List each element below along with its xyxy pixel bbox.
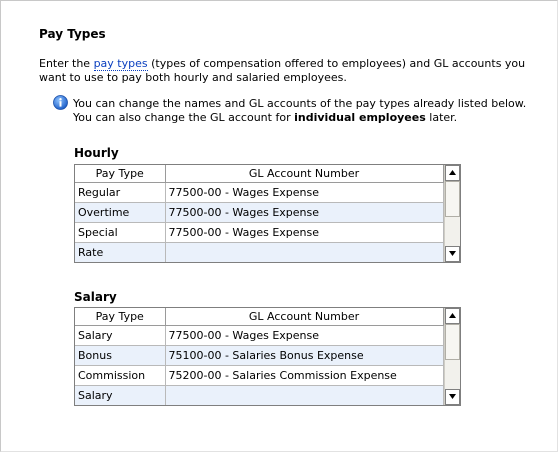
page-panel: Pay Types Enter the pay types (types of … xyxy=(0,0,558,452)
info-text-end: later. xyxy=(425,111,458,124)
hourly-header-row: Pay Type GL Account Number xyxy=(75,165,444,183)
table-row[interactable]: Bonus 75100-00 - Salaries Bonus Expense xyxy=(75,345,444,366)
table-row[interactable]: Overtime 77500-00 - Wages Expense xyxy=(75,202,444,223)
table-row[interactable]: Rate xyxy=(75,242,444,262)
gl-account-cell[interactable]: 77500-00 - Wages Expense xyxy=(165,182,444,203)
gl-account-cell[interactable] xyxy=(165,242,444,262)
hourly-table: Pay Type GL Account Number Regular 77500… xyxy=(75,165,444,262)
gl-account-cell[interactable]: 77500-00 - Wages Expense xyxy=(165,202,444,223)
gl-account-cell[interactable]: 75100-00 - Salaries Bonus Expense xyxy=(165,345,444,366)
salary-scroll-up-button[interactable] xyxy=(445,308,460,324)
arrow-up-icon xyxy=(449,313,456,318)
salary-header-row: Pay Type GL Account Number xyxy=(75,308,444,326)
gl-account-cell[interactable]: 77500-00 - Wages Expense xyxy=(165,325,444,346)
hourly-scroll-up-button[interactable] xyxy=(445,165,460,181)
table-row[interactable]: Special 77500-00 - Wages Expense xyxy=(75,222,444,243)
gl-account-cell[interactable]: 77500-00 - Wages Expense xyxy=(165,222,444,243)
intro-text-start: Enter the xyxy=(39,57,94,70)
pay-type-cell[interactable]: Salary xyxy=(75,325,166,346)
info-text: You can change the names and GL accounts… xyxy=(73,97,548,125)
table-row[interactable]: Salary 77500-00 - Wages Expense xyxy=(75,325,444,346)
intro-text: Enter the pay types (types of compensati… xyxy=(39,57,544,85)
pay-type-cell[interactable]: Salary xyxy=(75,385,166,405)
pay-type-cell[interactable]: Regular xyxy=(75,182,166,203)
hourly-label: Hourly xyxy=(74,146,119,160)
page-title: Pay Types xyxy=(39,27,106,41)
hourly-scroll-thumb[interactable] xyxy=(445,181,460,217)
salary-grid[interactable]: Pay Type GL Account Number Salary 77500-… xyxy=(74,307,461,406)
hourly-col-gl-account[interactable]: GL Account Number xyxy=(165,165,444,183)
arrow-up-icon xyxy=(449,170,456,175)
hourly-scroll-down-button[interactable] xyxy=(445,246,460,262)
info-icon xyxy=(53,95,68,110)
salary-table: Pay Type GL Account Number Salary 77500-… xyxy=(75,308,444,405)
table-row[interactable]: Commission 75200-00 - Salaries Commissio… xyxy=(75,365,444,386)
pay-type-cell[interactable]: Bonus xyxy=(75,345,166,366)
pay-type-cell[interactable]: Rate xyxy=(75,242,166,262)
gl-account-cell[interactable] xyxy=(165,385,444,405)
pay-types-link[interactable]: pay types xyxy=(93,57,148,71)
salary-col-pay-type[interactable]: Pay Type xyxy=(75,308,166,326)
gl-account-cell[interactable]: 75200-00 - Salaries Commission Expense xyxy=(165,365,444,386)
salary-scrollbar[interactable] xyxy=(444,308,460,405)
arrow-down-icon xyxy=(449,394,456,399)
pay-type-cell[interactable]: Overtime xyxy=(75,202,166,223)
hourly-grid[interactable]: Pay Type GL Account Number Regular 77500… xyxy=(74,164,461,263)
pay-type-cell[interactable]: Special xyxy=(75,222,166,243)
salary-scroll-down-button[interactable] xyxy=(445,389,460,405)
arrow-down-icon xyxy=(449,251,456,256)
table-row[interactable]: Salary xyxy=(75,385,444,405)
salary-col-gl-account[interactable]: GL Account Number xyxy=(165,308,444,326)
hourly-scrollbar[interactable] xyxy=(444,165,460,262)
table-row[interactable]: Regular 77500-00 - Wages Expense xyxy=(75,182,444,203)
pay-type-cell[interactable]: Commission xyxy=(75,365,166,386)
hourly-col-pay-type[interactable]: Pay Type xyxy=(75,165,166,183)
info-text-bold: individual employees xyxy=(294,111,426,124)
salary-scroll-thumb[interactable] xyxy=(445,324,460,360)
salary-label: Salary xyxy=(74,290,117,304)
